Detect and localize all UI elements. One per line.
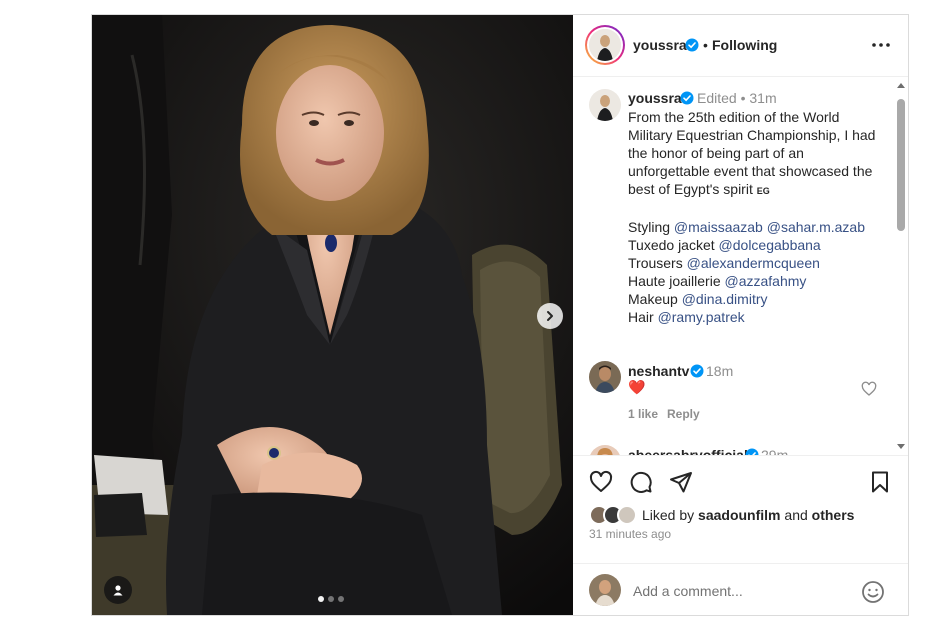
credit-joaillerie: Haute joaillerie @azzafahmy	[628, 272, 883, 290]
post-timestamp[interactable]: 31 minutes ago	[589, 527, 671, 541]
liker-avatar	[617, 505, 637, 525]
caption-text: From the 25th edition of the World Milit…	[628, 108, 883, 326]
mention-link[interactable]: @dina.dimitry	[682, 291, 768, 307]
mention-link[interactable]: @azzafahmy	[725, 273, 807, 289]
liked-by-text: Liked by saadounfilm and others	[642, 507, 854, 523]
post-media[interactable]	[92, 15, 573, 615]
bookmark-icon[interactable]	[868, 470, 892, 494]
mention-link[interactable]: @sahar.m.azab	[767, 219, 865, 235]
post-header: youssra • Following	[573, 15, 908, 77]
credit-makeup: Makeup @dina.dimitry	[628, 290, 883, 308]
credit-label: Trousers	[628, 255, 687, 271]
caption-time: 31m	[749, 90, 777, 106]
liked-by-avatars[interactable]	[589, 505, 639, 525]
heart-icon[interactable]	[589, 470, 613, 494]
comment-username[interactable]: neshantv	[628, 363, 689, 379]
carousel-dot	[338, 596, 344, 602]
comment-text: ❤️	[628, 379, 646, 395]
post-side-panel: youssra • Following youssra Edited • 31m…	[573, 15, 908, 615]
post-photo	[92, 15, 573, 615]
carousel-dot	[328, 596, 334, 602]
chevron-right-icon	[547, 311, 553, 321]
caption-line: From the 25th edition of the World	[628, 109, 840, 125]
mention-link[interactable]: @dolcegabbana	[719, 237, 821, 253]
author-username[interactable]: youssra	[633, 37, 687, 53]
credit-label: Hair	[628, 309, 658, 325]
edited-label: Edited	[697, 90, 737, 106]
more-horizontal-icon[interactable]	[869, 35, 893, 55]
carousel-indicator	[318, 596, 344, 602]
comment-heart-icon[interactable]	[861, 381, 877, 397]
comments-list[interactable]: youssra Edited • 31m From the 25th editi…	[573, 77, 908, 455]
credit-tuxedo: Tuxedo jacket @dolcegabbana	[628, 236, 883, 254]
comment-input[interactable]	[633, 580, 853, 602]
mention-link[interactable]: @ramy.patrek	[658, 309, 745, 325]
verified-badge-icon	[680, 91, 694, 105]
user-tags-button[interactable]	[104, 576, 132, 604]
liked-prefix: Liked by	[642, 507, 699, 523]
user-tag-icon	[113, 585, 123, 596]
send-icon[interactable]	[669, 470, 693, 494]
next-slide-button[interactable]	[537, 303, 563, 329]
commenter-avatar[interactable]	[589, 361, 621, 393]
credit-styling: Styling @maissaazab @sahar.m.azab	[628, 218, 883, 236]
verified-badge-icon	[685, 38, 699, 52]
credit-label: Tuxedo jacket	[628, 237, 719, 253]
carousel-dot	[318, 596, 324, 602]
verified-badge-icon	[745, 448, 759, 455]
liked-by-user[interactable]: saadounfilm	[698, 507, 780, 523]
caption-author-avatar[interactable]	[589, 89, 621, 121]
caption-line: best of Egypt's spirit EG	[628, 180, 883, 200]
mention-link[interactable]: @alexandermcqueen	[687, 255, 820, 271]
comment-composer	[573, 563, 908, 616]
caption-line: unforgettable event that showcased the	[628, 163, 873, 179]
post-actions: Liked by saadounfilm and others 31 minut…	[573, 455, 908, 615]
credit-hair: Hair @ramy.patrek	[628, 308, 883, 326]
current-user-avatar	[589, 574, 621, 606]
following-button[interactable]: Following	[712, 37, 777, 53]
scroll-up-arrow-icon[interactable]	[897, 83, 905, 88]
credit-label: Styling	[628, 219, 674, 235]
liked-by-others[interactable]: others	[812, 507, 855, 523]
caption-edited-time: Edited • 31m	[697, 90, 777, 106]
comment-icon[interactable]	[629, 470, 653, 494]
instagram-post: youssra • Following youssra Edited • 31m…	[91, 14, 909, 616]
liked-and: and	[780, 507, 812, 523]
credit-trousers: Trousers @alexandermcqueen	[628, 254, 883, 272]
header-separator: •	[703, 37, 708, 53]
verified-badge-icon	[690, 364, 704, 378]
caption-line: Military Equestrian Championship, I had	[628, 127, 876, 143]
egypt-flag: EG	[756, 186, 770, 196]
comment-like-count[interactable]: 1 like	[628, 407, 658, 421]
author-avatar[interactable]	[585, 25, 625, 65]
scroll-thumb[interactable]	[897, 99, 905, 231]
edited-dot: •	[740, 90, 746, 106]
credit-label: Makeup	[628, 291, 682, 307]
mention-link[interactable]: @maissaazab	[674, 219, 763, 235]
commenter-avatar[interactable]	[589, 445, 621, 455]
comment-reply-button[interactable]: Reply	[667, 407, 700, 421]
scroll-down-arrow-icon[interactable]	[897, 444, 905, 449]
comment-time: 18m	[706, 363, 734, 379]
comments-scrollbar[interactable]	[894, 77, 908, 455]
emoji-smile-icon[interactable]	[861, 580, 885, 604]
caption-line-text: best of Egypt's spirit	[628, 181, 757, 197]
caption-line: the honor of being part of an	[628, 145, 804, 161]
comment-username[interactable]: abeersabryofficial	[628, 447, 748, 455]
credit-label: Haute joaillerie	[628, 273, 725, 289]
comment-time: 29m	[761, 447, 789, 455]
caption-username[interactable]: youssra	[628, 90, 682, 106]
